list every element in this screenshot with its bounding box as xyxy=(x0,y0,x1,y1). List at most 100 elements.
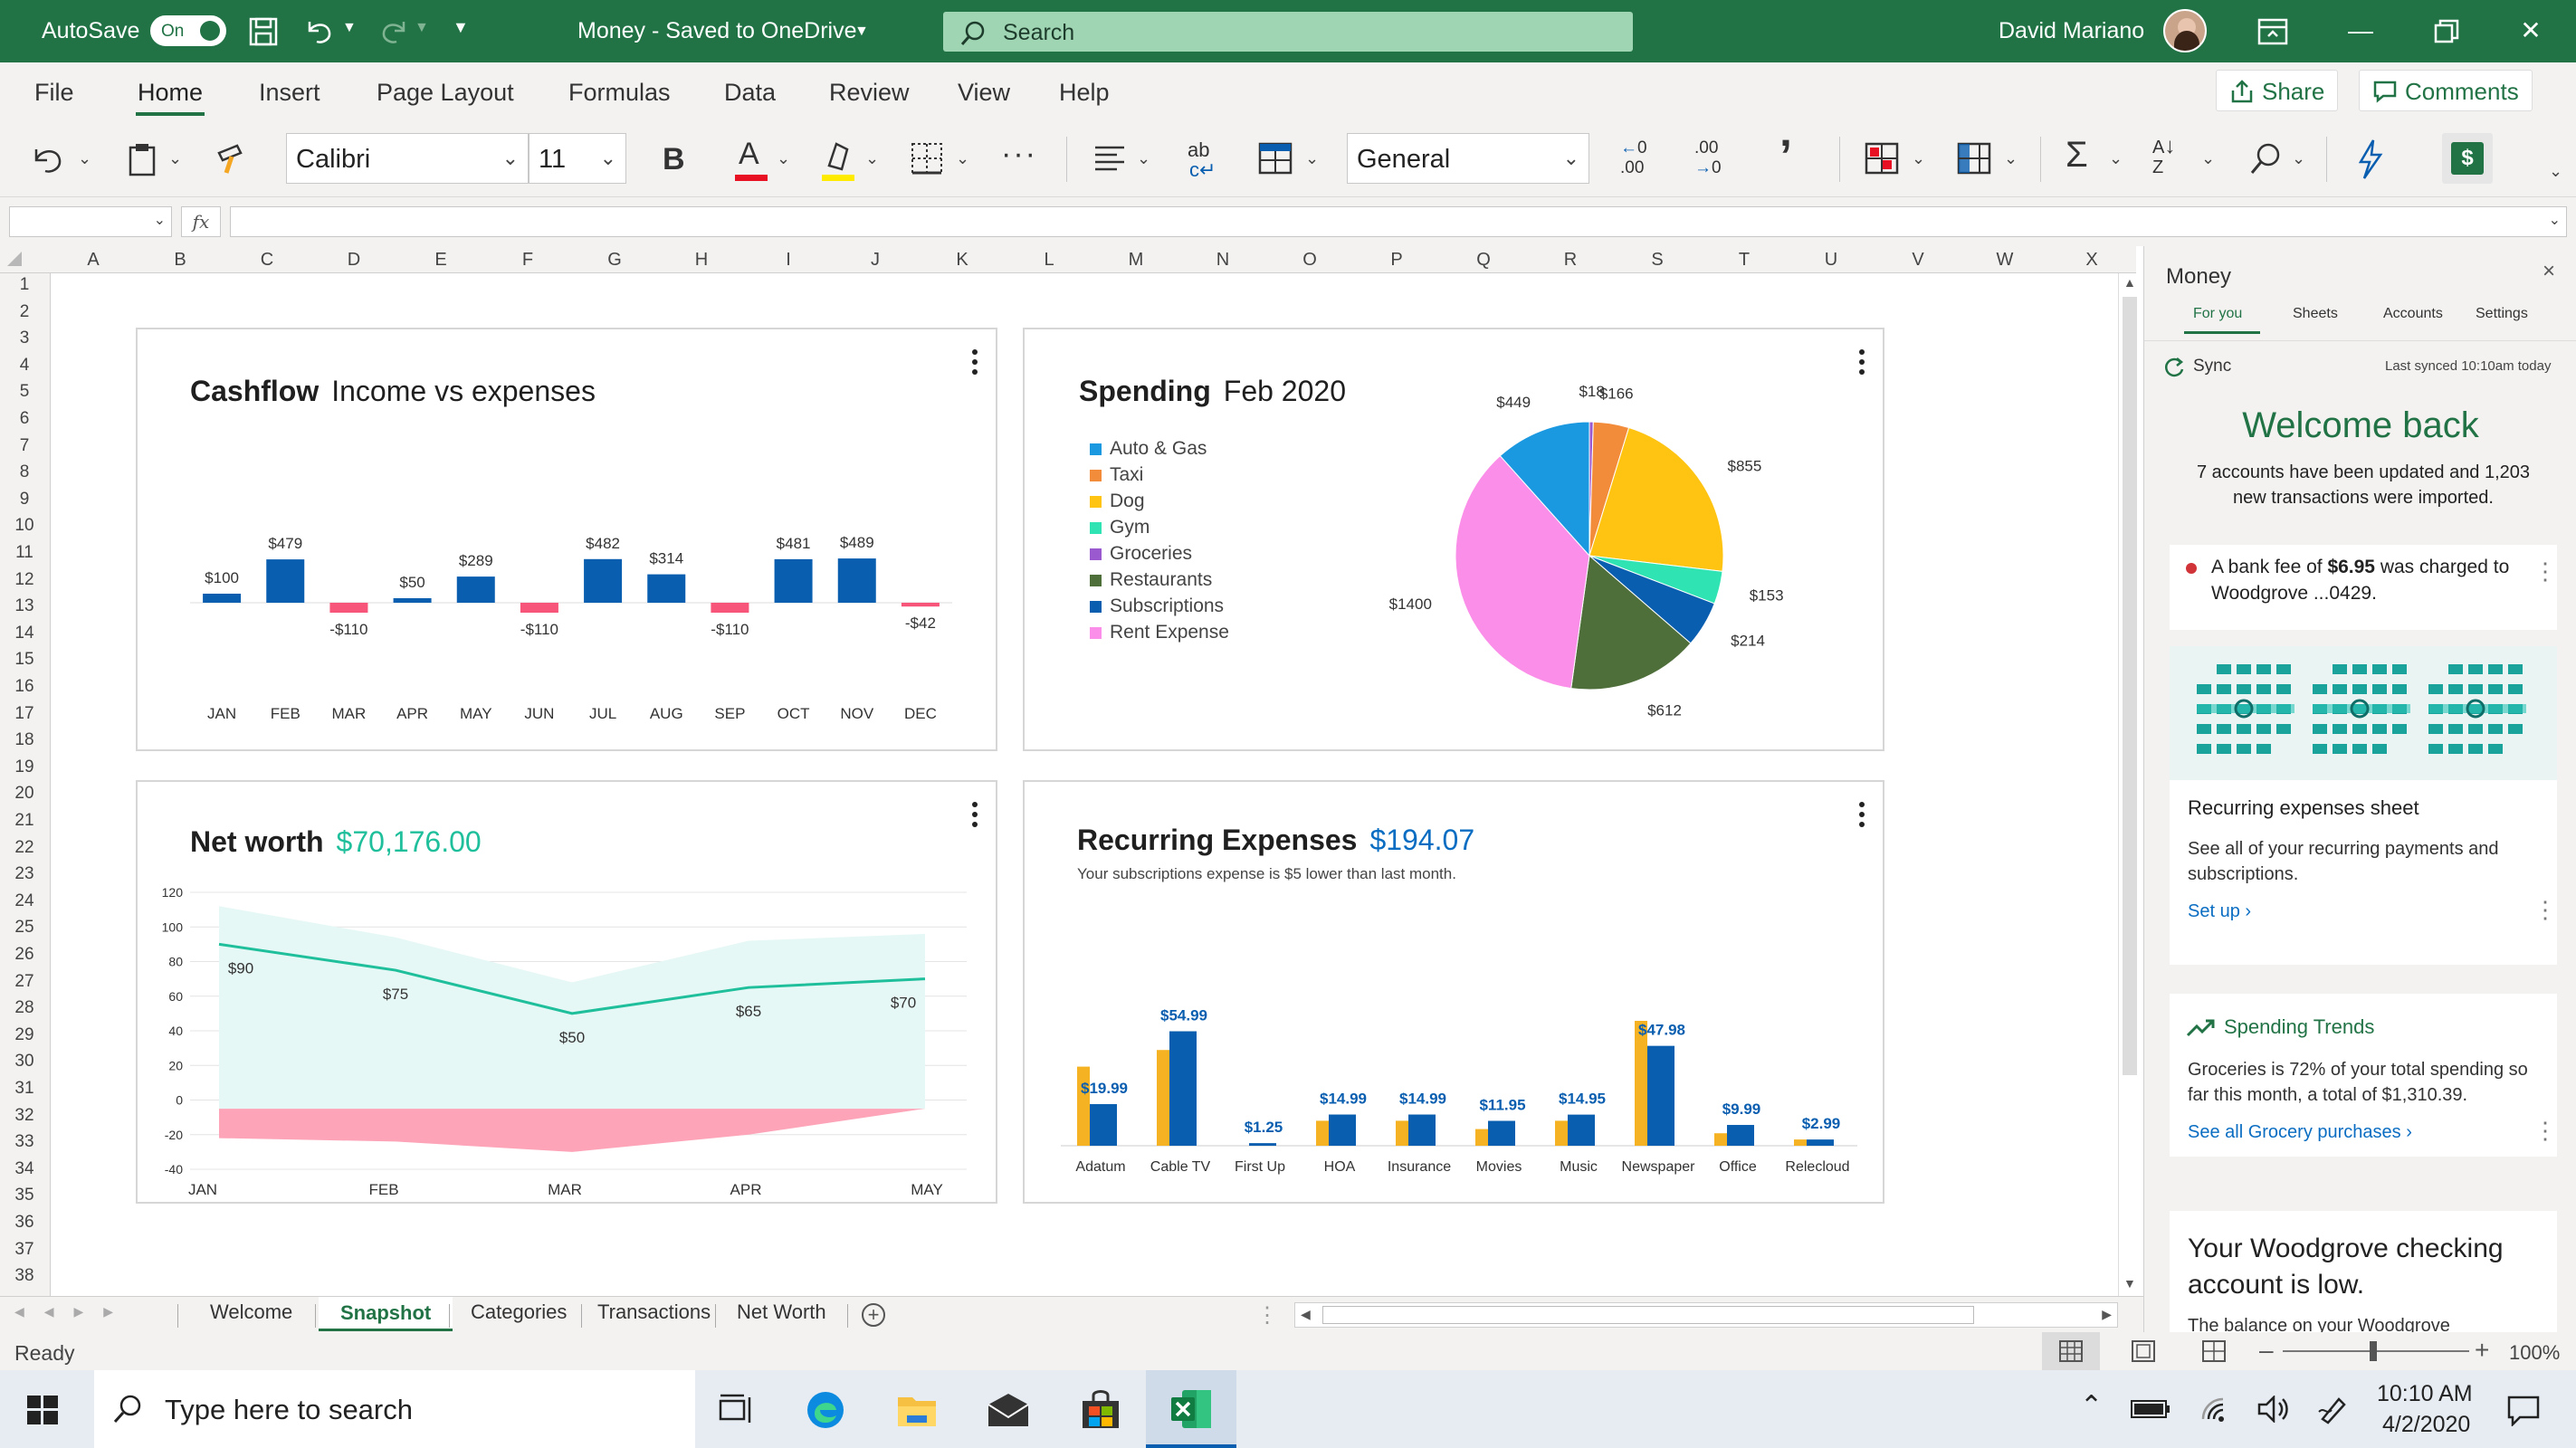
spending-card[interactable]: Spending Feb 2020 Auto & Gas Taxi Dog Gym Gro… xyxy=(1023,328,1884,751)
menu-help[interactable]: Help xyxy=(1059,79,1110,107)
paste-chevron-icon[interactable]: ⌄ xyxy=(168,149,182,168)
panel-tab-settings[interactable]: Settings xyxy=(2476,306,2528,322)
sheet-nav-icons[interactable]: ◀◀▶▶ xyxy=(14,1304,133,1319)
name-box-chevron-icon[interactable]: ⌄ xyxy=(154,211,166,229)
autosum-chevron-icon[interactable]: ⌄ xyxy=(2109,149,2123,168)
horizontal-scrollbar[interactable]: ◀ ▶ xyxy=(1294,1302,2118,1328)
wifi-icon[interactable] xyxy=(2199,1396,2230,1423)
panel-tab-sheets[interactable]: Sheets xyxy=(2293,306,2338,322)
ribbon-expand-chevron-icon[interactable]: ⌄ xyxy=(2549,162,2562,181)
zoom-level[interactable]: 100% xyxy=(2509,1341,2560,1365)
sort-filter-icon[interactable]: A↓ Z xyxy=(2152,136,2192,182)
wrap-text-icon[interactable]: ab c↵ xyxy=(1186,138,1222,184)
customize-toolbar-icon[interactable]: ▼ xyxy=(453,18,469,37)
sync-icon[interactable] xyxy=(2162,355,2186,378)
sort-filter-chevron-icon[interactable]: ⌄ xyxy=(2201,149,2215,168)
formula-expand-chevron-icon[interactable]: ⌄ xyxy=(2549,211,2561,229)
menu-page-layout[interactable]: Page Layout xyxy=(377,79,514,107)
undo-icon[interactable] xyxy=(302,16,339,47)
autosum-icon[interactable]: Σ xyxy=(2066,135,2088,176)
insert-cells-icon[interactable] xyxy=(1955,135,1995,184)
user-name[interactable]: David Mariano xyxy=(1999,18,2144,44)
font-color-icon[interactable]: A xyxy=(733,137,769,182)
font-name-select[interactable]: Calibri ⌄ xyxy=(286,133,529,184)
taskbar-excel-button[interactable] xyxy=(1146,1370,1236,1448)
find-chevron-icon[interactable]: ⌄ xyxy=(2292,149,2305,168)
scroll-left-icon[interactable]: ◀ xyxy=(1301,1307,1311,1322)
add-sheet-icon[interactable]: + xyxy=(862,1303,885,1327)
sheet-tab-categories[interactable]: Categories xyxy=(471,1300,567,1324)
cashflow-card[interactable]: Cashflow Income vs expenses $100 JAN $479 FE… xyxy=(136,328,997,751)
menu-data[interactable]: Data xyxy=(724,79,776,107)
taskbar-search-box[interactable]: Type here to search xyxy=(94,1370,695,1448)
sheet-tab-welcome[interactable]: Welcome xyxy=(210,1300,292,1324)
grocery-purchases-link[interactable]: See all Grocery purchases › xyxy=(2188,1122,2412,1143)
scroll-up-icon[interactable]: ▲ xyxy=(2123,275,2136,290)
panel-tab-for-you[interactable]: For you xyxy=(2193,306,2242,322)
redo-icon[interactable] xyxy=(375,16,411,47)
sheet-tab-net-worth[interactable]: Net Worth xyxy=(737,1300,826,1324)
format-table-icon[interactable] xyxy=(1256,135,1296,184)
font-color-chevron-icon[interactable]: ⌄ xyxy=(777,149,790,168)
recurring-setup-link[interactable]: Set up › xyxy=(2188,901,2251,922)
sheet-tab-snapshot[interactable]: Snapshot xyxy=(319,1297,453,1331)
zoom-slider-thumb[interactable] xyxy=(2370,1341,2377,1361)
sheet-tab-transactions[interactable]: Transactions xyxy=(597,1300,711,1324)
clock-time[interactable]: 10:10 AM xyxy=(2377,1381,2473,1407)
menu-file[interactable]: File xyxy=(34,79,74,107)
mail-icon[interactable] xyxy=(987,1392,1030,1428)
decrease-decimal-icon[interactable]: ←0.00 xyxy=(1620,138,1662,184)
zoom-out-icon[interactable]: – xyxy=(2259,1336,2274,1365)
bank-fee-alert[interactable]: A bank fee of $6.95 was charged to Woodg… xyxy=(2170,545,2557,630)
close-icon[interactable]: ✕ xyxy=(2513,13,2549,49)
panel-tab-accounts[interactable]: Accounts xyxy=(2383,306,2443,322)
more-icon[interactable]: ··· xyxy=(1001,137,1037,172)
scroll-right-icon[interactable]: ▶ xyxy=(2102,1307,2112,1322)
format-painter-icon[interactable] xyxy=(214,135,250,184)
edge-icon[interactable] xyxy=(806,1390,845,1430)
alert-more-icon[interactable]: ⋮ xyxy=(2533,557,2557,586)
vertical-scroll-thumb[interactable] xyxy=(2123,297,2137,1075)
notifications-icon[interactable] xyxy=(2507,1396,2540,1426)
increase-decimal-icon[interactable]: .00 →0 xyxy=(1694,138,1736,184)
page-layout-view-icon[interactable] xyxy=(2131,1339,2156,1363)
minimize-icon[interactable]: — xyxy=(2342,13,2379,49)
zoom-in-icon[interactable]: + xyxy=(2475,1336,2489,1365)
font-size-select[interactable]: 11 ⌄ xyxy=(529,133,626,184)
borders-icon[interactable] xyxy=(909,135,945,184)
find-icon[interactable] xyxy=(2247,135,2286,184)
comments-button[interactable]: Comments xyxy=(2359,70,2533,111)
align-chevron-icon[interactable]: ⌄ xyxy=(1137,149,1150,168)
store-icon[interactable] xyxy=(1081,1388,1121,1430)
tab-splitter-icon[interactable]: ⋮ xyxy=(1256,1302,1278,1329)
highlight-chevron-icon[interactable]: ⌄ xyxy=(865,149,879,168)
name-box[interactable]: ⌄ xyxy=(9,206,172,237)
paste-icon[interactable] xyxy=(125,135,161,184)
page-break-view-icon[interactable] xyxy=(2201,1339,2227,1363)
recurring-more-icon-panel[interactable]: ⋮ xyxy=(2533,896,2557,924)
document-title[interactable]: Money - Saved to OneDrive xyxy=(577,18,856,44)
networth-card[interactable]: Net worth $70,176.00 120 100 80 60 40 20 0 -20 -4… xyxy=(136,780,997,1204)
insert-cells-chevron-icon[interactable]: ⌄ xyxy=(2004,149,2018,168)
formula-input[interactable]: ⌄ xyxy=(230,206,2567,237)
autosave-toggle[interactable]: On xyxy=(150,15,226,46)
undo-ribbon-chevron-icon[interactable]: ⌄ xyxy=(78,149,91,168)
ideas-lightning-icon[interactable] xyxy=(2352,135,2388,184)
format-table-chevron-icon[interactable]: ⌄ xyxy=(1305,149,1319,168)
scroll-down-icon[interactable]: ▼ xyxy=(2123,1276,2136,1291)
save-icon[interactable] xyxy=(248,16,279,47)
menu-home[interactable]: Home xyxy=(135,79,205,116)
number-format-select[interactable]: General ⌄ xyxy=(1347,133,1589,184)
title-chevron-icon[interactable]: ▼ xyxy=(854,24,869,40)
task-view-icon[interactable] xyxy=(719,1394,755,1426)
conditional-format-icon[interactable] xyxy=(1863,135,1903,184)
borders-chevron-icon[interactable]: ⌄ xyxy=(956,149,969,168)
menu-insert[interactable]: Insert xyxy=(259,79,320,107)
trends-more-icon[interactable]: ⋮ xyxy=(2533,1117,2557,1145)
avatar[interactable] xyxy=(2163,9,2207,52)
recurring-card[interactable]: Recurring Expenses $194.07 Your subscript… xyxy=(1023,780,1884,1204)
menu-view[interactable]: View xyxy=(958,79,1010,107)
undo-dropdown-icon[interactable]: ▼ xyxy=(342,20,357,36)
spending-trends-card[interactable]: Spending Trends Groceries is 72% of your… xyxy=(2170,994,2557,1157)
insert-function-icon[interactable]: fx xyxy=(181,206,221,237)
